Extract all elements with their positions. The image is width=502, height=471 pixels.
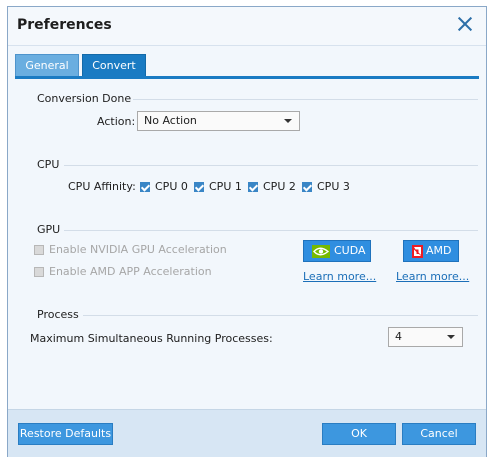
max-processes-select[interactable]: 4 (388, 327, 463, 347)
cpu1-checkbox[interactable] (194, 182, 204, 192)
amd-app-checkbox[interactable] (34, 267, 44, 277)
process-divider (83, 315, 478, 316)
dialog-title: Preferences (17, 17, 112, 33)
amd-logo-icon (412, 245, 423, 258)
cpu2-label: CPU 2 (263, 180, 296, 193)
chevron-down-icon (447, 335, 455, 339)
cancel-button[interactable]: Cancel (402, 423, 476, 445)
preferences-dialog: Preferences General Convert Conversion D… (7, 6, 487, 457)
learn-more-cuda-link[interactable]: Learn more... (303, 270, 376, 283)
process-title: Process (37, 308, 79, 321)
amd-button[interactable]: AMD (403, 240, 459, 262)
ok-button[interactable]: OK (322, 423, 396, 445)
title-bar: Preferences (8, 7, 486, 46)
cpu3-checkbox[interactable] (302, 182, 312, 192)
nvidia-eye-icon (312, 245, 330, 258)
dialog-footer: Restore Defaults OK Cancel (8, 409, 486, 457)
tab-underline (15, 76, 479, 79)
restore-defaults-button[interactable]: Restore Defaults (18, 423, 113, 445)
cpu-title: CPU (37, 158, 60, 171)
max-processes-label: Maximum Simultaneous Running Processes: (30, 332, 273, 345)
cpu2-checkbox[interactable] (248, 182, 258, 192)
cpu3-label: CPU 3 (317, 180, 350, 193)
gpu-divider (64, 230, 478, 231)
cpu-divider (64, 165, 478, 166)
learn-more-amd-link[interactable]: Learn more... (396, 270, 469, 283)
cpu0-label: CPU 0 (155, 180, 188, 193)
tab-general[interactable]: General (15, 54, 79, 76)
amd-label: AMD (426, 244, 452, 257)
nvidia-gpu-label: Enable NVIDIA GPU Acceleration (49, 243, 227, 256)
close-icon[interactable] (457, 16, 473, 32)
cpu-affinity-label: CPU Affinity: (68, 180, 136, 193)
conversion-done-divider (133, 99, 478, 100)
cpu1-label: CPU 1 (209, 180, 242, 193)
cuda-label: CUDA (334, 244, 366, 257)
tab-convert[interactable]: Convert (82, 54, 146, 76)
cuda-button[interactable]: CUDA (303, 240, 371, 262)
action-label: Action: (97, 115, 136, 128)
gpu-title: GPU (37, 223, 61, 236)
action-select[interactable]: No Action (137, 111, 300, 131)
action-select-value: No Action (144, 114, 197, 127)
conversion-done-title: Conversion Done (37, 92, 132, 105)
max-processes-value: 4 (395, 330, 402, 343)
nvidia-gpu-checkbox[interactable] (34, 245, 44, 255)
amd-app-label: Enable AMD APP Acceleration (49, 265, 212, 278)
cpu0-checkbox[interactable] (140, 182, 150, 192)
chevron-down-icon (284, 119, 292, 123)
